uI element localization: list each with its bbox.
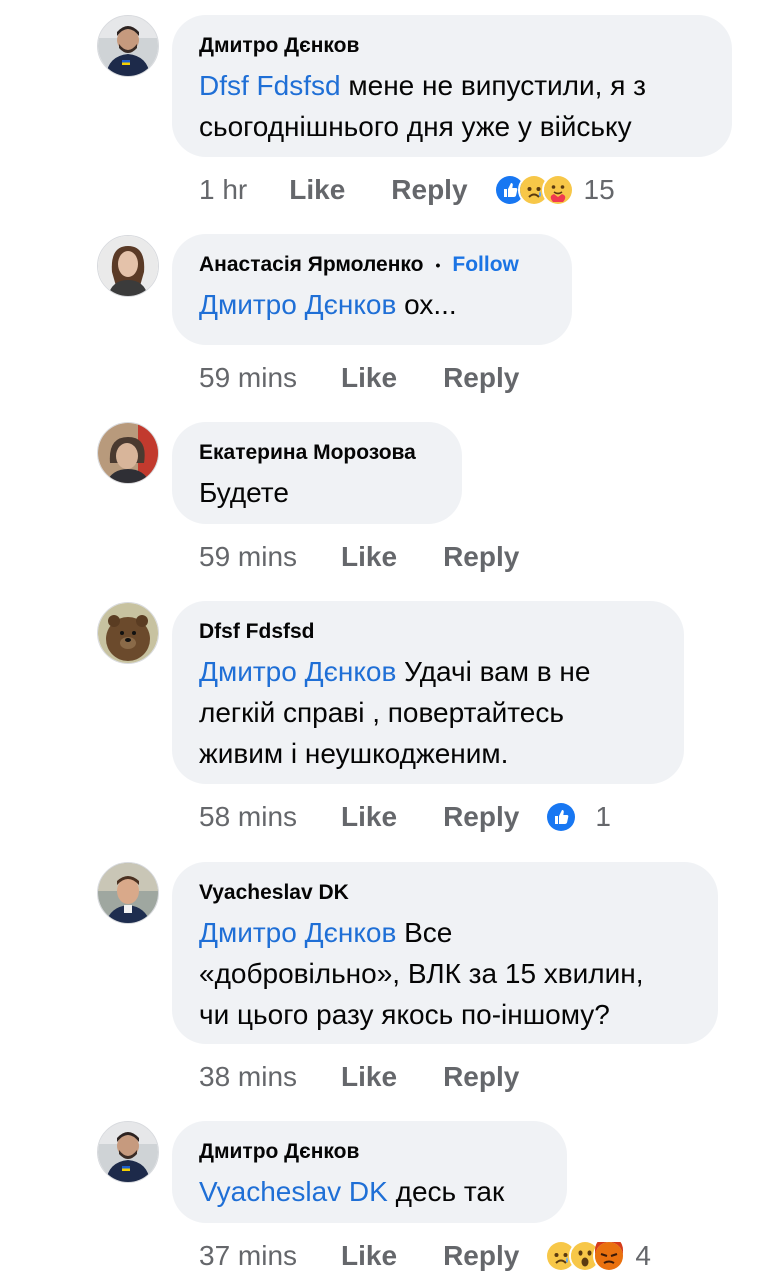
text-line: Удачі вам в не: [396, 656, 591, 687]
reply-button[interactable]: Reply: [443, 362, 519, 394]
reactions-summary[interactable]: 15: [493, 174, 615, 206]
like-button[interactable]: Like: [341, 801, 397, 833]
care-reaction-icon: [541, 174, 574, 206]
reply-button[interactable]: Reply: [443, 801, 519, 833]
timestamp[interactable]: 37 mins: [199, 1240, 297, 1272]
comment-bubble: Анастасія Ярмоленко • Follow Дмитро Дєнк…: [172, 234, 572, 345]
comment-actions: 37 mins Like Reply 4: [199, 1236, 651, 1276]
text-line: Будете: [199, 477, 289, 508]
timestamp[interactable]: 59 mins: [199, 362, 297, 394]
like-button[interactable]: Like: [341, 541, 397, 573]
comment-bubble: Vyacheslav DK Дмитро Дєнков Все «доброві…: [172, 862, 718, 1044]
reply-button[interactable]: Reply: [443, 1061, 519, 1093]
text-line: Все: [396, 917, 453, 948]
like-button[interactable]: Like: [289, 174, 345, 206]
timestamp[interactable]: 58 mins: [199, 801, 297, 833]
comment-actions: 59 mins Like Reply: [199, 358, 519, 398]
avatar[interactable]: [97, 1121, 159, 1183]
author-name[interactable]: Dfsf Fdsfsd: [199, 619, 315, 645]
author-name[interactable]: Дмитро Дєнков: [199, 33, 359, 59]
mention-link[interactable]: Dfsf Fdsfsd: [199, 70, 341, 101]
comment-text: Vyacheslav DK десь так: [199, 1171, 540, 1212]
text-line: «добровільно», ВЛК за 15 хвилин,: [199, 958, 644, 989]
mention-link[interactable]: Дмитро Дєнков: [199, 656, 396, 687]
comment-actions: 38 mins Like Reply: [199, 1057, 519, 1097]
reply-button[interactable]: Reply: [391, 174, 467, 206]
separator-dot: •: [435, 257, 441, 273]
like-button[interactable]: Like: [341, 1061, 397, 1093]
text-line: чи цього разу якось по-іншому?: [199, 999, 610, 1030]
avatar[interactable]: [97, 235, 159, 297]
avatar[interactable]: [97, 862, 159, 924]
mention-link[interactable]: Дмитро Дєнков: [199, 917, 396, 948]
reply-button[interactable]: Reply: [443, 541, 519, 573]
mention-link[interactable]: Дмитро Дєнков: [199, 289, 396, 320]
comment-actions: 59 mins Like Reply: [199, 537, 519, 577]
reaction-count: 4: [635, 1240, 651, 1271]
timestamp[interactable]: 59 mins: [199, 541, 297, 573]
comment-bubble: Дмитро Дєнков Vyacheslav DK десь так: [172, 1121, 567, 1223]
author-name[interactable]: Vyacheslav DK: [199, 880, 349, 906]
reactions-summary[interactable]: 1: [545, 801, 611, 833]
author-name[interactable]: Екатерина Морозова: [199, 440, 416, 466]
reaction-count: 15: [583, 174, 615, 205]
comment-bubble: Dfsf Fdsfsd Дмитро Дєнков Удачі вам в не…: [172, 601, 684, 784]
comment-bubble: Дмитро Дєнков Dfsf Fdsfsd мене не випуст…: [172, 15, 732, 157]
reaction-count: 1: [595, 801, 611, 832]
comment-actions: 58 mins Like Reply 1: [199, 797, 611, 837]
comment-text: Дмитро Дєнков Удачі вам в не легкій спра…: [199, 651, 657, 774]
avatar[interactable]: [97, 602, 159, 664]
text-line: мене не випустили, я з: [340, 70, 646, 101]
comment-text: Dfsf Fdsfsd мене не випустили, я з сього…: [199, 65, 705, 147]
author-name[interactable]: Анастасія Ярмоленко: [199, 252, 423, 278]
like-button[interactable]: Like: [341, 1240, 397, 1272]
text-line: десь так: [387, 1176, 505, 1207]
avatar[interactable]: [97, 15, 159, 77]
mention-link[interactable]: Vyacheslav DK: [199, 1176, 388, 1207]
reply-button[interactable]: Reply: [443, 1240, 519, 1272]
timestamp[interactable]: 1 hr: [199, 174, 247, 206]
avatar[interactable]: [97, 422, 159, 484]
author-name[interactable]: Дмитро Дєнков: [199, 1139, 359, 1165]
angry-reaction-icon: [593, 1240, 626, 1272]
like-reaction-icon: [545, 801, 578, 833]
comment-actions: 1 hr Like Reply 15: [199, 170, 615, 210]
text-line: сьогоднішнього дня уже у війську: [199, 111, 632, 142]
text-line: легкій справі , повертайтесь: [199, 697, 564, 728]
text-line: живим і неушкодженим.: [199, 738, 509, 769]
comment-bubble: Екатерина Морозова Будете: [172, 422, 462, 524]
comment-text: Дмитро Дєнков Все «добровільно», ВЛК за …: [199, 912, 691, 1035]
timestamp[interactable]: 38 mins: [199, 1061, 297, 1093]
comment-text: Будете: [199, 472, 435, 513]
reactions-summary[interactable]: 4: [545, 1240, 651, 1272]
follow-button[interactable]: Follow: [452, 252, 519, 278]
comment-text: Дмитро Дєнков ох...: [199, 284, 545, 325]
like-button[interactable]: Like: [341, 362, 397, 394]
text-line: ох...: [396, 289, 457, 320]
